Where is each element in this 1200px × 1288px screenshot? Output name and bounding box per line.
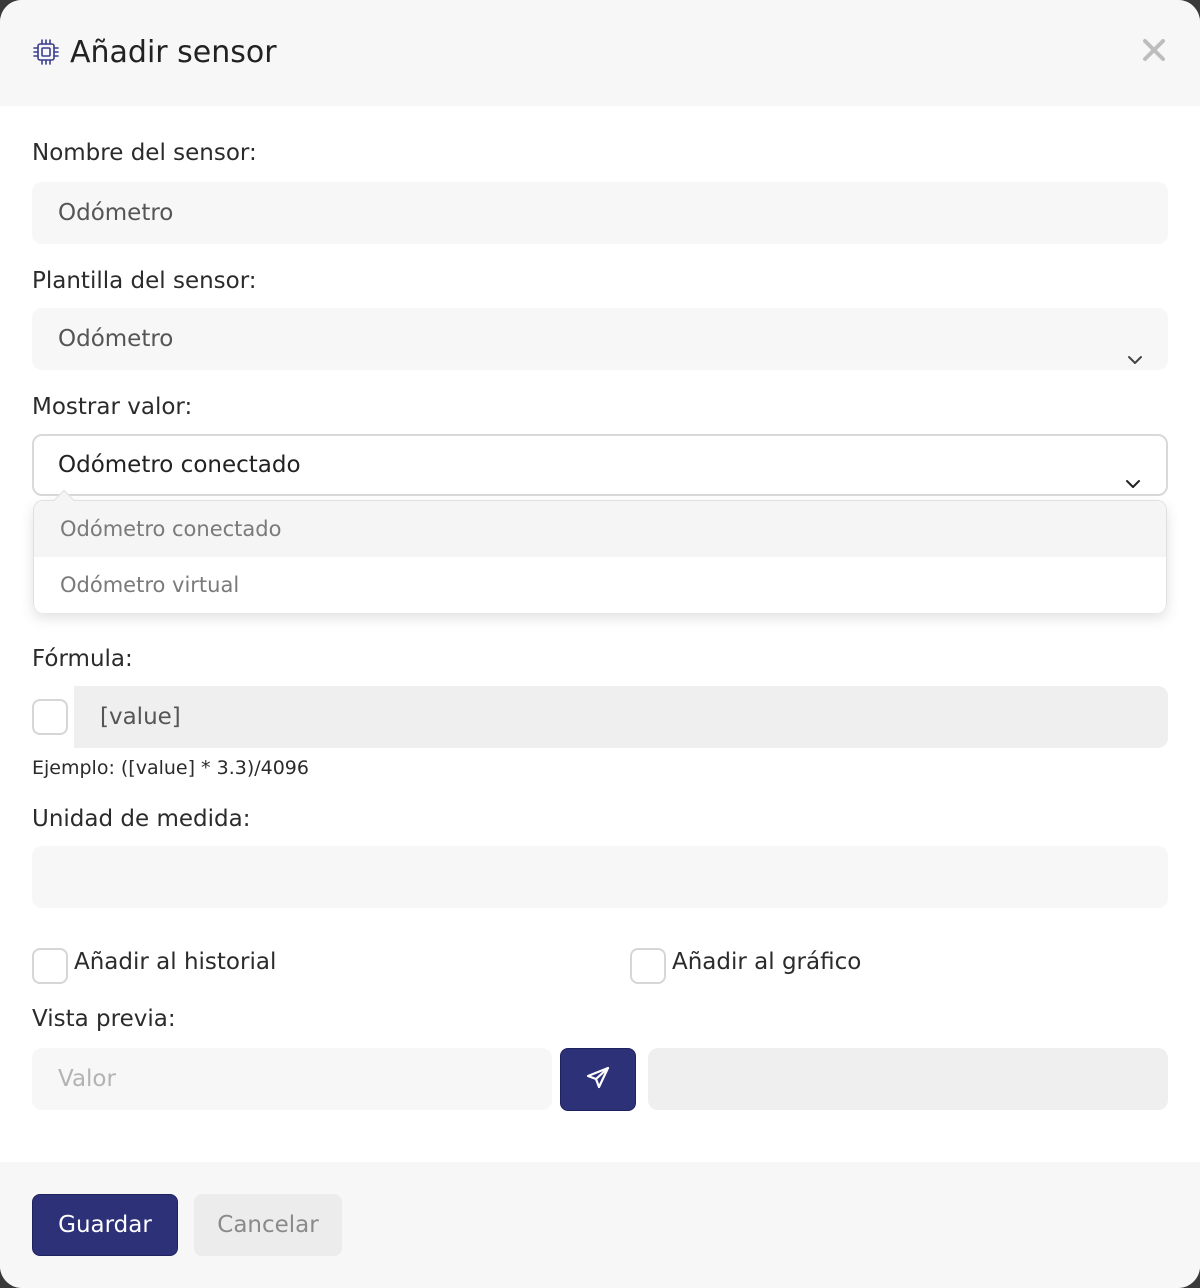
dialog-footer xyxy=(0,1162,1200,1288)
dropdown-option-virtual-odometer[interactable]: Odómetro virtual xyxy=(34,557,1166,613)
sensor-name-label: Nombre del sensor: xyxy=(32,140,257,166)
close-button[interactable] xyxy=(1136,34,1172,70)
show-value-label: Mostrar valor: xyxy=(32,394,193,420)
formula-label: Fórmula: xyxy=(32,646,133,672)
chevron-down-icon xyxy=(1124,457,1142,488)
add-to-chart-label[interactable]: Añadir al gráfico xyxy=(672,947,861,977)
add-to-history-label[interactable]: Añadir al historial xyxy=(74,947,276,977)
unit-label: Unidad de medida: xyxy=(32,806,251,832)
show-value-dropdown: Odómetro conectado Odómetro virtual xyxy=(33,489,1167,613)
dropdown-option-connected-odometer[interactable]: Odómetro conectado xyxy=(34,501,1166,557)
send-preview-button[interactable] xyxy=(560,1048,636,1111)
sensor-name-value: Odómetro xyxy=(58,200,174,226)
formula-hint: Ejemplo: ([value] * 3.3)/4096 xyxy=(32,757,309,779)
dialog-title: Añadir sensor xyxy=(70,35,277,70)
close-icon xyxy=(1142,38,1166,66)
preview-result xyxy=(648,1048,1168,1110)
dialog-header: Añadir sensor xyxy=(0,0,1200,106)
sensor-template-value: Odómetro xyxy=(58,326,174,352)
sensor-template-label: Plantilla del sensor: xyxy=(32,268,257,294)
show-value-select[interactable]: Odómetro conectado xyxy=(32,434,1168,496)
add-to-history-checkbox[interactable] xyxy=(32,948,68,984)
add-to-chart-checkbox[interactable] xyxy=(630,948,666,984)
preview-placeholder: Valor xyxy=(58,1066,116,1092)
formula-input[interactable]: [value] xyxy=(74,686,1168,748)
sensor-template-select[interactable]: Odómetro xyxy=(32,308,1168,370)
save-button[interactable]: Guardar xyxy=(32,1194,178,1256)
formula-value: [value] xyxy=(100,704,181,730)
preview-value-input[interactable]: Valor xyxy=(32,1048,552,1110)
unit-input[interactable] xyxy=(32,846,1168,908)
preview-label: Vista previa: xyxy=(32,1006,176,1032)
chip-icon xyxy=(32,38,60,66)
paper-plane-icon xyxy=(584,1064,612,1096)
show-value-selected: Odómetro conectado xyxy=(58,452,301,478)
add-sensor-dialog: Añadir sensor Nombre del sensor: Odómetr… xyxy=(0,0,1200,1288)
cancel-button[interactable]: Cancelar xyxy=(194,1194,342,1256)
formula-checkbox[interactable] xyxy=(32,699,68,735)
sensor-name-input[interactable]: Odómetro xyxy=(32,182,1168,244)
chevron-down-icon xyxy=(1126,331,1144,364)
